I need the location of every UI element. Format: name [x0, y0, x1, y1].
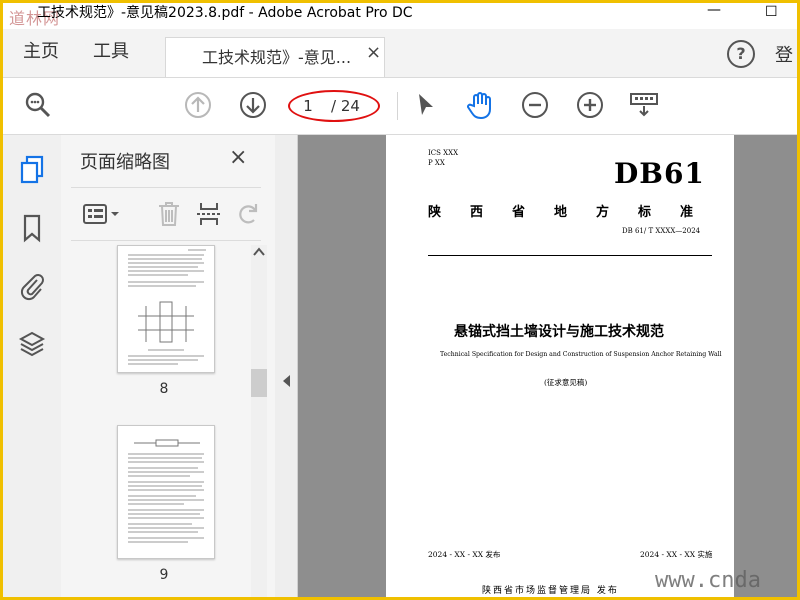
window-title: 工技术规范》-意见稿2023.8.pdf - Adobe Acrobat Pro…: [37, 5, 413, 21]
page-thumbnail[interactable]: [117, 425, 215, 559]
p-code: P XX: [428, 159, 445, 167]
collapse-arrow-icon[interactable]: [283, 375, 291, 390]
page-thumbnail[interactable]: [117, 245, 215, 373]
next-page-icon[interactable]: [238, 90, 268, 120]
standard-number: DB 61/ T XXXX—2024: [622, 227, 701, 235]
provincial-standard-heading: 陕西省地方标准: [428, 205, 723, 220]
keyboard-icon[interactable]: [629, 90, 659, 120]
maximize-button[interactable]: ☐: [765, 3, 778, 21]
document-page: ICS XXX P XX DB61 陕西省地方标准 DB 61/ T XXXX—…: [386, 135, 734, 597]
scrollbar-thumb[interactable]: [251, 369, 267, 397]
collapse-panel-handle[interactable]: [275, 135, 298, 597]
help-icon[interactable]: ?: [727, 40, 755, 68]
annotation-ellipse: [288, 90, 380, 122]
publisher: 陕西省市场监督管理局 发布: [482, 586, 619, 596]
standard-code: DB61: [614, 157, 705, 190]
document-tab[interactable]: 工技术规范》-意见... ×: [165, 37, 385, 77]
title-bar: 道林网 工技术规范》-意见稿2023.8.pdf - Adobe Acrobat…: [3, 3, 797, 28]
extract-page-icon[interactable]: [195, 200, 223, 228]
sign-in-link[interactable]: 登: [775, 41, 793, 67]
options-menu-icon[interactable]: [81, 200, 125, 228]
layers-icon[interactable]: [17, 329, 47, 359]
search-icon[interactable]: [23, 90, 53, 120]
draft-note: (征求意见稿): [544, 378, 588, 387]
document-tab-label: 工技术规范》-意见...: [202, 48, 352, 67]
prev-page-icon[interactable]: [183, 90, 213, 120]
thumbnail-content: [128, 439, 204, 543]
close-tab-button[interactable]: ×: [366, 42, 381, 63]
scroll-up-icon[interactable]: [251, 247, 267, 263]
thumbnail-scrollbar[interactable]: [251, 245, 267, 597]
thumbnail-page-label: 9: [159, 567, 169, 583]
ics-code: ICS XXX: [428, 149, 459, 157]
document-viewport[interactable]: ICS XXX P XX DB61 陕西省地方标准 DB 61/ T XXXX—…: [298, 135, 797, 597]
minimize-button[interactable]: —: [707, 3, 721, 19]
tools-tab[interactable]: 工具: [93, 39, 129, 65]
implement-date: 2024 - XX - XX 实施: [640, 550, 713, 559]
select-cursor-icon[interactable]: [411, 90, 441, 120]
panel-title: 页面缩略图: [80, 152, 170, 173]
zoom-in-icon[interactable]: [575, 90, 605, 120]
toolbar: 1 / 24: [3, 78, 797, 135]
acrobat-window: 道林网 工技术规范》-意见稿2023.8.pdf - Adobe Acrobat…: [3, 3, 797, 597]
pages-icon[interactable]: [17, 155, 47, 185]
document-title-en: Technical Specification for Design and C…: [440, 351, 722, 358]
document-title-cn: 悬锚式挡土墙设计与施工技术规范: [454, 324, 664, 340]
delete-page-icon[interactable]: [155, 200, 183, 228]
issue-date: 2024 - XX - XX 发布: [428, 550, 501, 559]
rotate-page-icon[interactable]: [233, 200, 261, 228]
toolbar-divider: [397, 92, 398, 120]
header-rule: [428, 255, 712, 256]
panel-toolbar: [71, 187, 261, 241]
thumbnail-content: [128, 249, 206, 365]
close-panel-button[interactable]: ×: [229, 145, 247, 170]
hand-tool-icon[interactable]: [465, 90, 495, 120]
thumbnail-page-label: 8: [159, 381, 169, 397]
thumbnails-panel: 页面缩略图 × 8 9: [61, 135, 276, 597]
zoom-out-icon[interactable]: [520, 90, 550, 120]
attachment-icon[interactable]: [17, 271, 47, 301]
tab-bar: 主页 工具 工技术规范》-意见... × ? 登: [3, 29, 797, 78]
site-watermark: www.cnda: [655, 568, 761, 593]
home-tab[interactable]: 主页: [23, 39, 59, 65]
bookmark-icon[interactable]: [17, 213, 47, 243]
left-rail: [3, 135, 62, 597]
